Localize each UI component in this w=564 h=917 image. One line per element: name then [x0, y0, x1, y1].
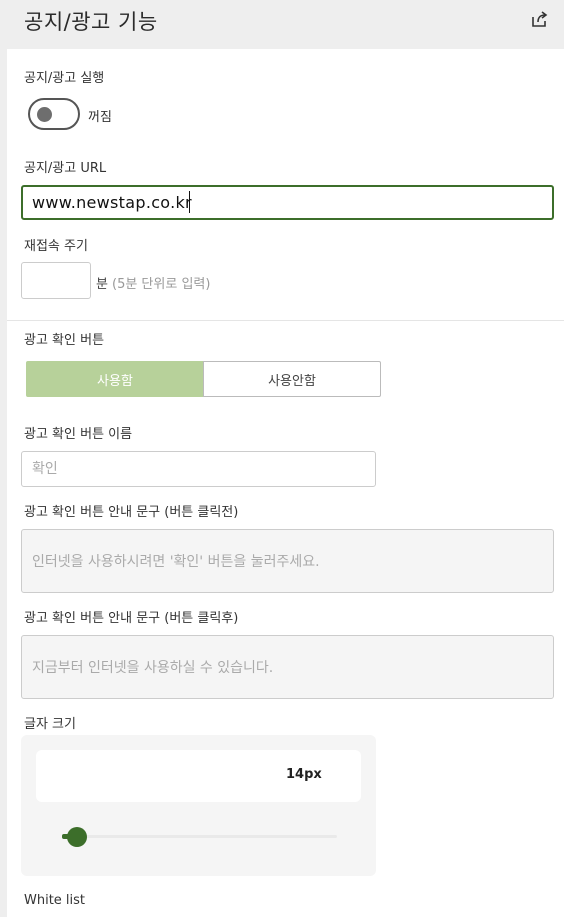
- page-header: 공지/광고 기능: [0, 0, 564, 44]
- section-divider: [7, 320, 564, 321]
- reconnect-unit: 분: [96, 277, 108, 292]
- ad-button-name-label: 광고 확인 버튼 이름: [24, 427, 133, 442]
- reconnect-hint: (5분 단위로 입력): [112, 277, 211, 292]
- ad-button-label: 광고 확인 버튼: [24, 333, 105, 348]
- font-size-slider-track[interactable]: [62, 835, 337, 838]
- guide-before-label: 광고 확인 버튼 안내 문구 (버튼 클릭전): [24, 505, 239, 520]
- guide-after-label: 광고 확인 버튼 안내 문구 (버튼 클릭후): [24, 611, 239, 626]
- text-cursor: [189, 191, 190, 213]
- ad-button-name-input[interactable]: [21, 451, 376, 487]
- share-icon[interactable]: [528, 9, 550, 31]
- notice-toggle[interactable]: [28, 98, 80, 130]
- notice-run-label: 공지/광고 실행: [24, 71, 105, 86]
- guide-after-textarea[interactable]: [21, 635, 554, 699]
- ad-button-use-option[interactable]: 사용함: [26, 361, 204, 397]
- guide-before-textarea[interactable]: [21, 529, 554, 593]
- notice-url-label: 공지/광고 URL: [24, 161, 107, 176]
- toggle-state-label: 꺼짐: [88, 110, 112, 125]
- page-title: 공지/광고 기능: [24, 10, 158, 34]
- font-size-slider-handle[interactable]: [67, 827, 87, 847]
- font-size-label: 글자 크기: [24, 717, 76, 732]
- whitelist-label: White list: [24, 893, 86, 908]
- font-size-value: 14px: [286, 767, 322, 782]
- notice-url-input[interactable]: [21, 185, 554, 220]
- toggle-knob: [37, 107, 52, 122]
- reconnect-label: 재접속 주기: [24, 239, 88, 254]
- ad-button-nouse-option[interactable]: 사용안함: [203, 361, 381, 397]
- reconnect-input[interactable]: [21, 262, 91, 299]
